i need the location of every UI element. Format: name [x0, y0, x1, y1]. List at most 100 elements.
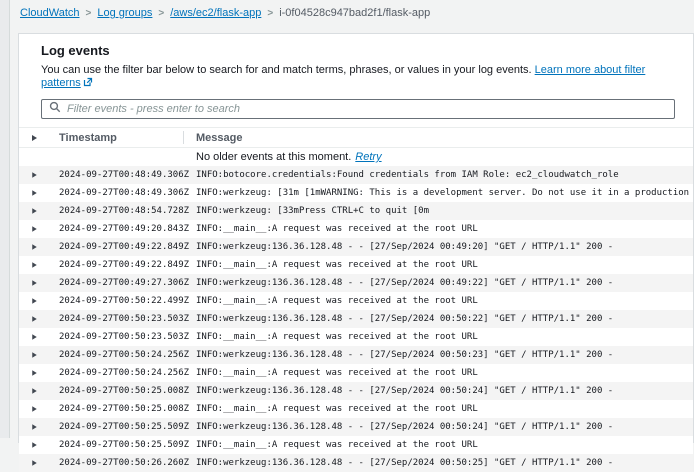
expand-row-arrow-icon[interactable] [32, 388, 37, 393]
expand-row-arrow-icon[interactable] [32, 244, 37, 249]
row-timestamp: 2024-09-27T00:50:23.503Z [59, 314, 183, 324]
expand-row-arrow-icon[interactable] [32, 460, 37, 465]
table-row: 2024-09-27T00:49:22.849Z INFO:__main__:A… [19, 256, 693, 274]
breadcrumb-separator: > [86, 8, 92, 19]
table-row: 2024-09-27T00:50:25.509Z INFO:werkzeug:1… [19, 418, 693, 436]
row-expander-cell [19, 370, 59, 376]
expand-row-arrow-icon[interactable] [32, 406, 37, 411]
message-column-header: Message [196, 132, 693, 144]
expand-all-arrow-icon[interactable] [32, 135, 37, 141]
row-timestamp: 2024-09-27T00:49:22.849Z [59, 242, 183, 252]
row-expander-cell [19, 208, 59, 214]
side-panel-edge [0, 0, 10, 438]
row-expander-cell [19, 262, 59, 268]
table-row: 2024-09-27T00:49:22.849Z INFO:werkzeug:1… [19, 238, 693, 256]
expand-row-arrow-icon[interactable] [32, 442, 37, 447]
breadcrumb: CloudWatch > Log groups > /aws/ec2/flask-app… [20, 7, 430, 19]
row-expander-cell [19, 334, 59, 340]
row-expander-cell [19, 388, 59, 394]
row-expander-cell [19, 280, 59, 286]
row-message: INFO:werkzeug: [31m [1mWARNING: This is … [183, 188, 693, 198]
row-message: INFO:__main__:A request was received at … [183, 260, 693, 270]
expand-row-arrow-icon[interactable] [32, 208, 37, 213]
row-expander-cell [19, 442, 59, 448]
row-timestamp: 2024-09-27T00:48:49.306Z [59, 188, 183, 198]
table-row: 2024-09-27T00:50:23.503Z INFO:werkzeug:1… [19, 310, 693, 328]
expand-row-arrow-icon[interactable] [32, 370, 37, 375]
expand-row-arrow-icon[interactable] [32, 424, 37, 429]
search-icon [49, 100, 61, 118]
row-message: INFO:werkzeug:136.36.128.48 - - [27/Sep/… [183, 278, 693, 288]
breadcrumb-separator: > [158, 8, 164, 19]
no-older-events-text: No older events at this moment. [196, 151, 351, 163]
row-message: INFO:werkzeug:136.36.128.48 - - [27/Sep/… [183, 458, 693, 468]
row-message: INFO:__main__:A request was received at … [183, 440, 693, 450]
table-row: 2024-09-27T00:50:24.256Z INFO:werkzeug:1… [19, 346, 693, 364]
breadcrumb-separator: > [267, 8, 273, 19]
timestamp-column-header: Timestamp [59, 132, 183, 144]
page-title: Log events [41, 43, 671, 58]
table-row: 2024-09-27T00:50:22.499Z INFO:__main__:A… [19, 292, 693, 310]
breadcrumb-link[interactable]: /aws/ec2/flask-app [170, 7, 261, 19]
expand-row-arrow-icon[interactable] [32, 334, 37, 339]
table-row: 2024-09-27T00:50:24.256Z INFO:__main__:A… [19, 364, 693, 382]
table-header: Timestamp Message [19, 127, 693, 148]
row-message: INFO:werkzeug:136.36.128.48 - - [27/Sep/… [183, 350, 693, 360]
row-timestamp: 2024-09-27T00:50:23.503Z [59, 332, 183, 342]
row-expander-cell [19, 316, 59, 322]
row-expander-cell [19, 298, 59, 304]
row-timestamp: 2024-09-27T00:49:27.306Z [59, 278, 183, 288]
breadcrumb-link[interactable]: CloudWatch [20, 7, 80, 19]
breadcrumb-link[interactable]: Log groups [97, 7, 152, 19]
row-message: INFO:__main__:A request was received at … [183, 404, 693, 414]
row-message: INFO:__main__:A request was received at … [183, 296, 693, 306]
row-timestamp: 2024-09-27T00:48:49.306Z [59, 170, 183, 180]
log-rows-container: 2024-09-27T00:48:49.306Z INFO:botocore.c… [19, 166, 693, 472]
row-expander-cell [19, 226, 59, 232]
table-row: 2024-09-27T00:50:25.509Z INFO:__main__:A… [19, 436, 693, 454]
table-row: 2024-09-27T00:48:54.728Z INFO:werkzeug: … [19, 202, 693, 220]
filter-events-input[interactable] [67, 103, 667, 115]
expand-row-arrow-icon[interactable] [32, 352, 37, 357]
expand-row-arrow-icon[interactable] [32, 226, 37, 231]
row-timestamp: 2024-09-27T00:50:24.256Z [59, 350, 183, 360]
breadcrumb-current: i-0f04528c947bad2f1/flask-app [279, 7, 430, 19]
filter-help-sentence: You can use the filter bar below to sear… [41, 64, 532, 76]
retry-link[interactable]: Retry [355, 151, 381, 163]
row-timestamp: 2024-09-27T00:50:25.509Z [59, 440, 183, 450]
row-timestamp: 2024-09-27T00:49:20.843Z [59, 224, 183, 234]
row-message: INFO:werkzeug:136.36.128.48 - - [27/Sep/… [183, 314, 693, 324]
row-expander-cell [19, 460, 59, 466]
row-timestamp: 2024-09-27T00:50:24.256Z [59, 368, 183, 378]
expand-row-arrow-icon[interactable] [32, 316, 37, 321]
row-message: INFO:__main__:A request was received at … [183, 332, 693, 342]
no-older-events-row: No older events at this moment. Retry [19, 148, 693, 166]
table-row: 2024-09-27T00:49:27.306Z INFO:werkzeug:1… [19, 274, 693, 292]
row-message: INFO:werkzeug:136.36.128.48 - - [27/Sep/… [183, 386, 693, 396]
row-expander-cell [19, 190, 59, 196]
table-row: 2024-09-27T00:48:49.306Z INFO:werkzeug: … [19, 184, 693, 202]
log-events-panel: Log events You can use the filter bar be… [18, 33, 694, 443]
external-link-icon [83, 77, 93, 91]
filter-events-searchbar[interactable] [41, 99, 675, 119]
table-row: 2024-09-27T00:50:25.008Z INFO:werkzeug:1… [19, 382, 693, 400]
row-timestamp: 2024-09-27T00:49:22.849Z [59, 260, 183, 270]
filter-help-text: You can use the filter bar below to sear… [41, 64, 671, 91]
table-row: 2024-09-27T00:49:20.843Z INFO:__main__:A… [19, 220, 693, 238]
table-row: 2024-09-27T00:50:25.008Z INFO:__main__:A… [19, 400, 693, 418]
expand-row-arrow-icon[interactable] [32, 172, 37, 177]
row-timestamp: 2024-09-27T00:48:54.728Z [59, 206, 183, 216]
expand-all-cell [19, 135, 59, 141]
row-message: INFO:botocore.credentials:Found credenti… [183, 170, 693, 180]
expand-row-arrow-icon[interactable] [32, 190, 37, 195]
expand-row-arrow-icon[interactable] [32, 298, 37, 303]
row-timestamp: 2024-09-27T00:50:25.008Z [59, 404, 183, 414]
row-expander-cell [19, 352, 59, 358]
row-timestamp: 2024-09-27T00:50:25.509Z [59, 422, 183, 432]
row-timestamp: 2024-09-27T00:50:22.499Z [59, 296, 183, 306]
row-message: INFO:werkzeug:136.36.128.48 - - [27/Sep/… [183, 422, 693, 432]
row-expander-cell [19, 406, 59, 412]
expand-row-arrow-icon[interactable] [32, 262, 37, 267]
expand-row-arrow-icon[interactable] [32, 280, 37, 285]
column-divider [183, 131, 184, 144]
